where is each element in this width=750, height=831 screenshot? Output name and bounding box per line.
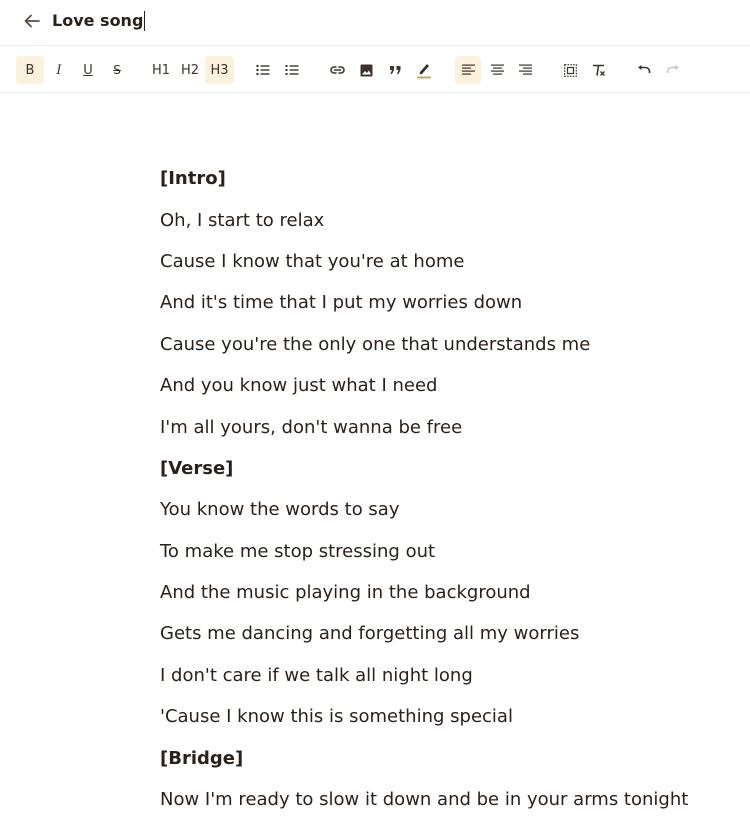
bold-label: B <box>25 62 35 78</box>
lyric-line: 'Cause I know this is something special <box>160 706 513 728</box>
clear-formatting-button[interactable] <box>586 56 612 84</box>
lyric-line: I don't care if we talk all night long <box>160 664 473 686</box>
heading-1-button[interactable]: H1 <box>148 56 174 84</box>
back-button[interactable] <box>22 11 42 31</box>
align-center-button[interactable] <box>484 56 510 84</box>
redo-icon <box>666 65 679 73</box>
formatting-toolbar: B I U S H1 H2 H3 <box>0 47 750 93</box>
italic-button[interactable]: I <box>46 56 72 84</box>
redo-button[interactable] <box>660 56 686 84</box>
bullet-list-button[interactable] <box>250 56 276 84</box>
section-heading: [Verse] <box>160 457 234 479</box>
section-heading: [Bridge] <box>160 747 244 769</box>
heading-3-button[interactable]: H3 <box>205 56 234 84</box>
lyric-line: And it's time that I put my worries down <box>160 292 523 314</box>
italic-label: I <box>56 62 62 78</box>
align-left-icon <box>461 64 475 75</box>
image-button[interactable] <box>353 56 379 84</box>
section-heading: [Intro] <box>160 168 226 190</box>
lyric-line: And the music playing in the background <box>160 582 531 604</box>
arrow-left-icon <box>24 14 40 28</box>
ordered-list-icon <box>285 65 299 75</box>
strikethrough-button[interactable]: S <box>104 56 130 84</box>
editor-header: Love song <box>0 0 750 46</box>
link-button[interactable] <box>324 56 350 84</box>
heading-2-button[interactable]: H2 <box>177 56 203 84</box>
document-title: Love song <box>52 11 144 30</box>
underline-label: U <box>83 62 93 78</box>
lyric-line: Cause I know that you're at home <box>160 250 465 272</box>
text-caret <box>144 11 146 31</box>
lyric-line: Oh, I start to relax <box>160 209 325 231</box>
ordered-list-button[interactable] <box>279 56 305 84</box>
select-all-button[interactable] <box>557 56 583 84</box>
underline-button[interactable]: U <box>75 56 101 84</box>
align-right-button[interactable] <box>512 56 538 84</box>
link-icon <box>329 66 345 74</box>
blockquote-button[interactable] <box>382 56 408 84</box>
highlighter-icon <box>417 64 431 79</box>
bold-button[interactable]: B <box>16 56 44 84</box>
heading-1-label: H1 <box>151 62 171 78</box>
lyric-line: And you know just what I need <box>160 375 438 397</box>
lyric-line: Gets me dancing and forgetting all my wo… <box>160 623 580 645</box>
lyric-line: Cause you're the only one that understan… <box>160 333 591 355</box>
quote-icon <box>389 66 400 74</box>
select-all-icon <box>563 63 577 77</box>
align-right-icon <box>518 64 532 75</box>
clear-formatting-icon <box>593 64 605 76</box>
heading-2-label: H2 <box>180 62 200 78</box>
lyric-line: I'm all yours, don't wanna be free <box>160 416 463 438</box>
lyric-line: To make me stop stressing out <box>160 540 436 562</box>
lyric-line: You know the words to say <box>160 499 400 521</box>
align-left-button[interactable] <box>455 56 481 84</box>
image-icon <box>360 64 372 76</box>
document-title-input[interactable]: Love song <box>52 10 146 32</box>
align-center-icon <box>490 64 504 75</box>
highlight-button[interactable] <box>411 56 437 84</box>
undo-button[interactable] <box>631 56 657 84</box>
bullet-list-icon <box>256 64 270 76</box>
strikethrough-label: S <box>113 63 121 77</box>
lyric-line: Now I'm ready to slow it down and be in … <box>160 789 689 811</box>
lyrics-editor[interactable]: [Intro] Oh, I start to relax Cause I know … <box>160 158 740 820</box>
undo-icon <box>638 65 651 73</box>
heading-3-label: H3 <box>210 62 229 78</box>
